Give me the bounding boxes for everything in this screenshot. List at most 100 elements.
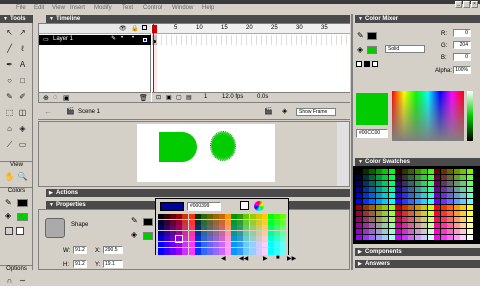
popup-color-swatch[interactable] [200, 242, 207, 247]
onion-skin-icon[interactable]: ▣ [166, 94, 172, 101]
popup-color-swatch[interactable] [219, 225, 225, 231]
popup-color-swatch[interactable] [261, 230, 268, 236]
properties-stroke-swatch[interactable] [143, 218, 153, 226]
color-swatch[interactable] [421, 205, 427, 210]
onion-outline-icon[interactable]: ▢ [176, 94, 182, 101]
rectangle-icon[interactable]: □ [17, 75, 28, 86]
popup-color-swatch[interactable] [170, 247, 177, 253]
color-swatch[interactable] [395, 181, 401, 186]
popup-color-swatch[interactable] [255, 230, 262, 236]
color-swatch[interactable] [401, 187, 408, 192]
popup-color-swatch[interactable] [249, 236, 256, 242]
color-swatch[interactable] [395, 205, 401, 210]
popup-color-swatch[interactable] [261, 242, 268, 247]
color-swatch[interactable] [401, 211, 408, 216]
color-swatch[interactable] [460, 181, 466, 186]
color-swatch[interactable] [388, 223, 395, 228]
popup-color-swatch[interactable] [182, 225, 189, 231]
color-swatch[interactable] [356, 187, 362, 192]
popup-color-swatch[interactable] [219, 247, 225, 253]
color-swatch[interactable] [440, 181, 447, 186]
lock-icon[interactable]: 🔒 [131, 25, 138, 32]
color-swatch[interactable] [421, 229, 427, 234]
color-wheel-icon[interactable] [254, 201, 264, 211]
frame-ruler[interactable]: 5 10 15 20 25 30 35 [152, 24, 350, 34]
popup-color-swatch[interactable] [243, 219, 250, 225]
color-swatch[interactable] [427, 175, 434, 180]
popup-color-swatch[interactable] [164, 242, 171, 247]
color-swatch[interactable] [369, 181, 375, 186]
color-swatch[interactable] [375, 181, 382, 186]
color-swatch[interactable] [395, 169, 401, 174]
color-swatch[interactable] [414, 211, 421, 216]
color-swatch[interactable] [401, 229, 408, 234]
pen-icon[interactable]: ✒ [4, 59, 15, 70]
popup-color-swatch[interactable] [231, 242, 238, 247]
popup-color-swatch[interactable] [219, 242, 225, 247]
popup-color-swatch[interactable] [225, 219, 232, 225]
color-swatch[interactable] [362, 175, 369, 180]
color-swatch[interactable] [460, 169, 466, 174]
color-swatch[interactable] [362, 211, 369, 216]
pencil-icon[interactable]: ✎ [4, 91, 15, 102]
mixer-stroke-swatch[interactable] [367, 32, 377, 40]
popup-color-swatch[interactable] [249, 225, 256, 231]
color-swatch[interactable] [414, 181, 421, 186]
color-swatch[interactable] [427, 187, 434, 192]
color-swatch[interactable] [466, 193, 473, 198]
x-field[interactable]: 290.5 [103, 246, 123, 254]
color-swatch[interactable] [356, 205, 362, 210]
popup-color-swatch[interactable] [255, 225, 262, 231]
color-spectrum[interactable] [392, 91, 464, 141]
popup-color-swatch[interactable] [243, 236, 250, 242]
popup-color-swatch[interactable] [188, 214, 195, 219]
menu-edit[interactable]: Edit [34, 5, 44, 11]
popup-color-swatch[interactable] [249, 219, 256, 225]
eraser-icon[interactable]: ▭ [17, 139, 28, 150]
y-field[interactable]: 19.1 [103, 260, 123, 268]
popup-color-swatch[interactable] [158, 230, 164, 236]
color-swatch[interactable] [440, 169, 447, 174]
color-swatch[interactable] [362, 223, 369, 228]
menu-help[interactable]: Help [202, 5, 214, 11]
color-swatch[interactable] [401, 205, 408, 210]
color-swatch[interactable] [362, 205, 369, 210]
popup-color-swatch[interactable] [273, 214, 280, 219]
color-swatch[interactable] [466, 217, 473, 222]
popup-color-swatch[interactable] [243, 247, 250, 253]
color-swatch[interactable] [434, 217, 440, 222]
popup-color-swatch[interactable] [249, 214, 256, 219]
lasso-icon[interactable]: ℓ [17, 43, 28, 54]
popup-color-swatch[interactable] [273, 242, 280, 247]
color-swatch[interactable] [440, 211, 447, 216]
color-swatch[interactable] [466, 223, 473, 228]
fill-color-swatch[interactable] [17, 213, 28, 221]
selected-circle-shape[interactable] [210, 131, 236, 161]
color-swatch[interactable] [440, 223, 447, 228]
edit-symbol-icon[interactable]: ◈ [282, 107, 287, 115]
popup-color-swatch[interactable] [219, 219, 225, 225]
r-field[interactable]: 0 [453, 29, 471, 37]
frame-row[interactable] [152, 35, 350, 45]
color-swatch[interactable] [421, 211, 427, 216]
color-swatch[interactable] [408, 205, 414, 210]
color-swatch[interactable] [427, 169, 434, 174]
back-arrow-icon[interactable]: ← [44, 107, 52, 116]
color-swatch[interactable] [414, 229, 421, 234]
popup-color-swatch[interactable] [261, 219, 268, 225]
lock-dot-icon[interactable]: • [132, 35, 134, 41]
color-swatch[interactable] [356, 175, 362, 180]
popup-color-swatch[interactable] [164, 225, 171, 231]
color-swatch[interactable] [460, 199, 466, 204]
color-swatch[interactable] [421, 223, 427, 228]
center-frame-icon[interactable]: ⊡ [156, 94, 161, 101]
color-swatch[interactable] [369, 217, 375, 222]
popup-color-swatch[interactable] [164, 236, 171, 242]
menu-window[interactable]: Window [172, 5, 193, 11]
color-swatch[interactable] [362, 229, 369, 234]
menu-file[interactable]: File [16, 5, 26, 11]
color-swatch[interactable] [388, 199, 395, 204]
oval-icon[interactable]: ○ [4, 75, 15, 86]
timeline-header[interactable]: ▼ Timeline [46, 15, 350, 23]
mixer-fill-swatch[interactable] [367, 46, 377, 54]
